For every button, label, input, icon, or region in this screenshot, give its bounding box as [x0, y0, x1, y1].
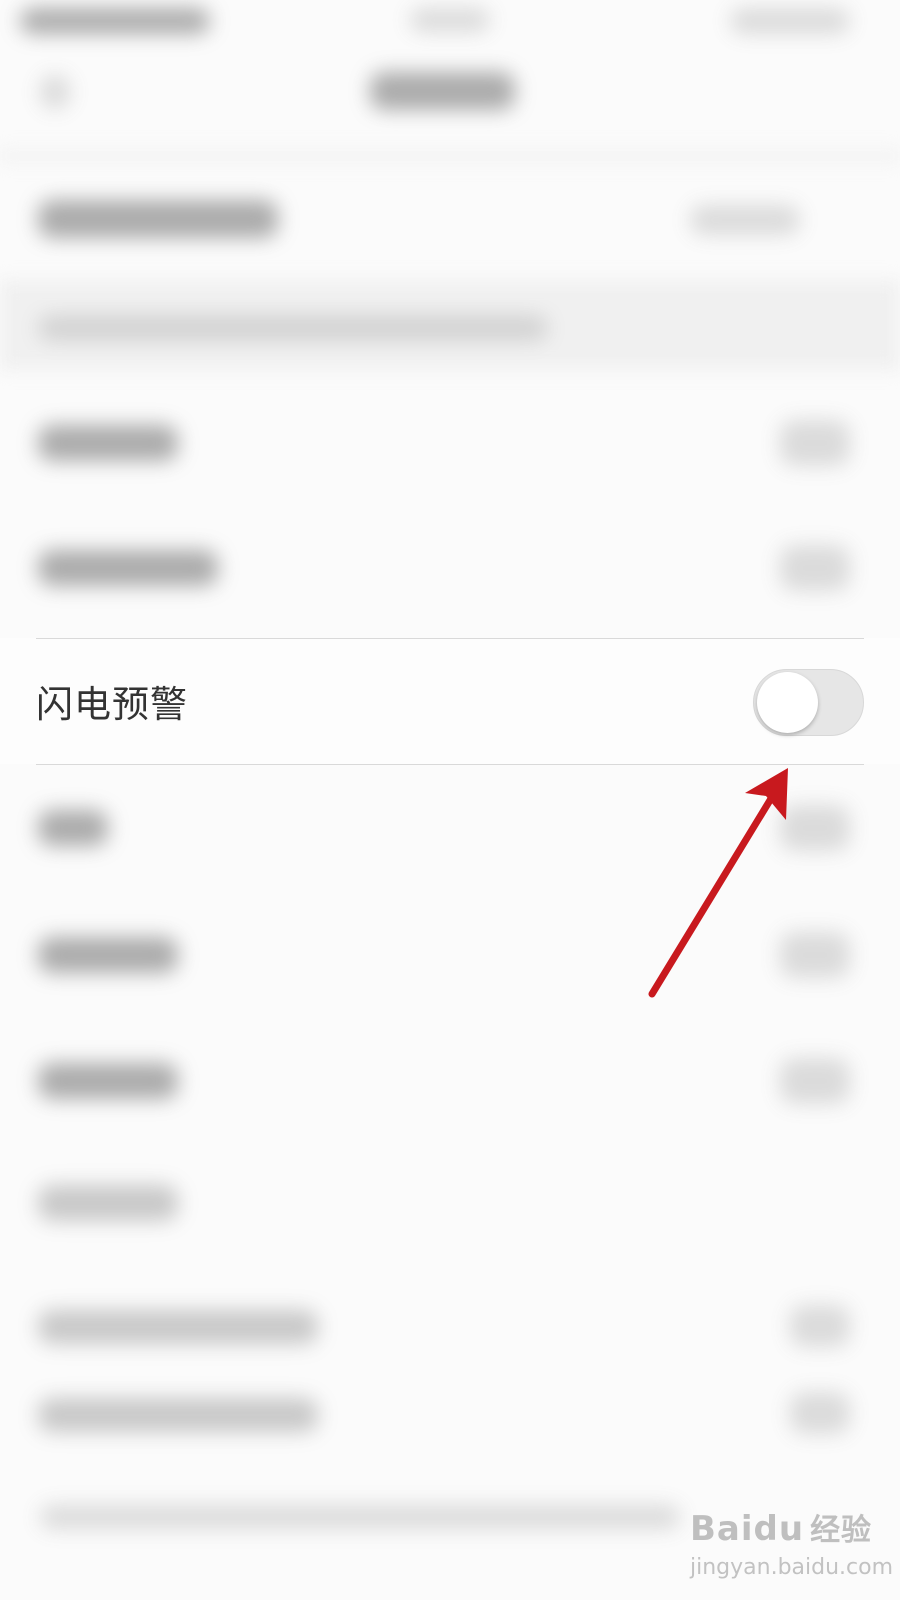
footer-text-blurred: [40, 1505, 680, 1529]
watermark-logo-cn: 经验: [810, 1513, 873, 1548]
row-8-label-blurred: [38, 1185, 178, 1221]
row-9-value-blurred[interactable]: [790, 1305, 850, 1347]
baidu-logo: Baidu 经验: [690, 1505, 872, 1549]
watermark-url: jingyan.baidu.com: [690, 1555, 894, 1580]
row-bottom-divider: [36, 764, 864, 765]
row-7-label-blurred: [38, 1063, 178, 1099]
settings-screen: 闪电预警 Baidu 经验 jingyan.baidu.com: [0, 0, 900, 1600]
annotation-arrow-icon: [648, 768, 788, 998]
row-2-label-blurred: [38, 425, 178, 461]
row-3-label-blurred: [38, 550, 218, 586]
lightning-alert-label: 闪电预警: [36, 683, 188, 726]
status-bar-left-blurred: [20, 8, 210, 34]
baidu-watermark: Baidu 经验 jingyan.baidu.com: [690, 1505, 894, 1590]
status-bar-right-blurred: [730, 8, 850, 34]
row-1-value-blurred: [690, 205, 800, 235]
row-3-toggle-blurred[interactable]: [780, 545, 850, 591]
row-10-label-blurred: [38, 1398, 318, 1432]
status-bar-center-blurred: [410, 8, 490, 32]
nav-divider-blurred: [0, 150, 900, 162]
watermark-logo-suffix: du: [753, 1509, 805, 1549]
section-hint-blurred: [38, 315, 548, 341]
page-title-blurred: [370, 72, 515, 110]
row-9-label-blurred: [38, 1310, 318, 1344]
lightning-alert-toggle[interactable]: [753, 669, 864, 736]
row-10-value-blurred[interactable]: [790, 1392, 850, 1434]
row-6-toggle-blurred[interactable]: [780, 932, 850, 978]
row-1-label-blurred: [38, 200, 278, 238]
row-top-divider: [36, 638, 864, 639]
row-6-label-blurred: [38, 937, 178, 973]
row-5-label-blurred: [38, 810, 108, 846]
row-5-toggle-blurred[interactable]: [780, 805, 850, 851]
toggle-knob: [757, 672, 818, 733]
row-7-toggle-blurred[interactable]: [780, 1058, 850, 1104]
row-2-toggle-blurred[interactable]: [780, 420, 850, 466]
watermark-logo-text: Bai: [690, 1509, 754, 1549]
back-icon-blurred[interactable]: [40, 75, 70, 109]
